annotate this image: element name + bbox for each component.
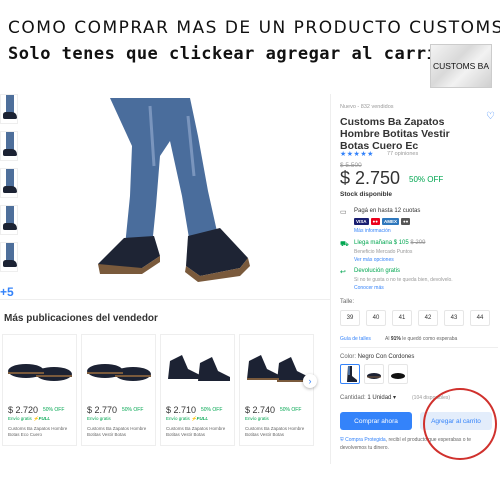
truck-icon: ⛟ (340, 241, 349, 248)
annotation-circle (423, 388, 497, 460)
returns-more-link[interactable]: Conocer más (354, 285, 384, 291)
size-option[interactable]: 43 (444, 310, 464, 326)
section-divider (0, 299, 330, 300)
card-price: $ 2.740 (245, 405, 276, 415)
carousel-next-arrow-icon[interactable]: › (303, 374, 317, 388)
card-title: Customs Ba Zapatos Hombre Botitas Vestir… (166, 426, 226, 437)
product-card-image (8, 364, 72, 381)
product-title: Customs Ba Zapatos Hombre Botitas Vestir… (340, 116, 450, 152)
thumbnail[interactable] (0, 131, 18, 161)
card-shipping: Envío gratis (87, 416, 111, 421)
color-label: Color: Negro Con Cordones (340, 354, 415, 360)
product-card[interactable]: $ 2.720 50% OFF Envío gratis ⚡FULL Custo… (2, 334, 77, 446)
thumbnail[interactable] (0, 205, 18, 235)
returns-title: Devolución gratis (354, 268, 401, 274)
card-shipping: Envío gratis ⚡FULL (8, 416, 51, 421)
promo-title: COMO COMPRAR MAS DE UN PRODUCTO CUSTOMS (8, 18, 500, 38)
size-option[interactable]: 40 (366, 310, 386, 326)
discount-badge: 50% OFF (409, 175, 444, 184)
reviews-count[interactable]: 77 opiniones (387, 151, 418, 157)
color-swatch[interactable] (364, 364, 384, 384)
color-swatch-selected[interactable] (340, 364, 360, 384)
more-thumbnails-link[interactable]: +5 (0, 279, 18, 309)
size-option[interactable]: 41 (392, 310, 412, 326)
size-fit-note: Al 91% le quedó como esperaba (385, 336, 458, 342)
card-discount: 50% OFF (201, 407, 223, 413)
card-discount: 50% OFF (122, 407, 144, 413)
card-shipping: Envío gratis (245, 416, 269, 421)
size-selector: 39 40 41 42 43 44 (340, 310, 490, 326)
amex-logo: AMEX (381, 218, 399, 225)
shipping-more-link[interactable]: Ver más opciones (354, 257, 394, 263)
card-title: Customs Ba Zapatos Hombre Botitas Vestir… (87, 426, 147, 437)
thumbnail-strip: +5 (0, 94, 18, 316)
card-price: $ 2.720 (8, 405, 39, 415)
card-title: Customs Ba Zapatos Hombre Botas Eco Cuer… (8, 426, 68, 437)
card-title: Customs Ba Zapatos Hombre Botitas Vestir… (245, 426, 305, 437)
credit-card-icon: ▭ (340, 209, 347, 216)
product-card-image (247, 355, 309, 382)
seller-products-carousel: $ 2.720 50% OFF Envío gratis ⚡FULL Custo… (2, 334, 328, 449)
card-price: $ 2.710 (166, 405, 197, 415)
visa-logo: VISA (354, 218, 369, 225)
size-option[interactable]: 44 (470, 310, 490, 326)
product-card-image (168, 355, 230, 381)
payment-title: Pagá en hasta 12 cuotas (354, 208, 421, 214)
buy-now-button[interactable]: Comprar ahora (340, 412, 412, 430)
thumbnail[interactable] (0, 168, 18, 198)
product-card[interactable]: $ 2.770 50% OFF Envío gratis Customs Ba … (81, 334, 156, 446)
size-option[interactable]: 39 (340, 310, 360, 326)
condition-sold: Nuevo - 832 vendidos (340, 104, 394, 110)
main-product-image[interactable] (90, 96, 260, 286)
size-guide-link[interactable]: Guía de talles (340, 336, 371, 342)
product-card[interactable]: $ 2.710 50% OFF Envío gratis ⚡FULL Custo… (160, 334, 235, 446)
promo-header: COMO COMPRAR MAS DE UN PRODUCTO CUSTOMS … (0, 0, 500, 92)
card-logos: VISA ●● AMEX ●● (354, 218, 411, 225)
product-page: +5 Más publicaciones del vendedor $ 2.72… (0, 94, 500, 464)
return-arrow-icon: ↩ (340, 269, 346, 276)
section-divider (340, 347, 498, 348)
current-price: $ 2.750 (340, 168, 401, 188)
brand-logo: CUSTOMS BA (430, 44, 492, 88)
size-option[interactable]: 42 (418, 310, 438, 326)
size-label: Talle: (340, 299, 355, 305)
color-swatches (340, 364, 408, 384)
shipping-title: Llega mañana $ 105 $ 209 (354, 240, 426, 246)
mastercard-logo: ●● (370, 218, 380, 225)
product-card[interactable]: $ 2.740 50% OFF Envío gratis Customs Ba … (239, 334, 314, 446)
card-shipping: Envío gratis ⚡FULL (166, 416, 209, 421)
column-divider (330, 94, 331, 464)
promo-subtitle: Solo tenes que clickear agregar al carri… (8, 44, 459, 64)
thumbnail[interactable] (0, 242, 18, 272)
card-discount: 50% OFF (43, 407, 65, 413)
rating-stars-icon[interactable]: ★★★★★ (340, 150, 374, 158)
stock-status: Stock disponible (340, 191, 393, 198)
protect-link[interactable]: Compra Protegida (345, 437, 386, 443)
favorite-heart-icon[interactable]: ♡ (486, 111, 495, 122)
thumbnail[interactable] (0, 94, 18, 124)
card-discount: 50% OFF (280, 407, 302, 413)
other-card-logo: ●● (400, 218, 411, 225)
quantity-selector[interactable]: Cantidad: 1 Unidad ▾ (340, 394, 396, 401)
shipping-sub: Beneficio Mercado Puntos (354, 249, 413, 255)
product-card-image (87, 364, 151, 381)
seller-section-title: Más publicaciones del vendedor (4, 313, 158, 324)
payment-more-link[interactable]: Más información (354, 228, 391, 234)
card-price: $ 2.770 (87, 405, 118, 415)
returns-sub: Si no te gusta o no te queda bien, devol… (354, 277, 453, 283)
color-swatch[interactable] (388, 364, 408, 384)
